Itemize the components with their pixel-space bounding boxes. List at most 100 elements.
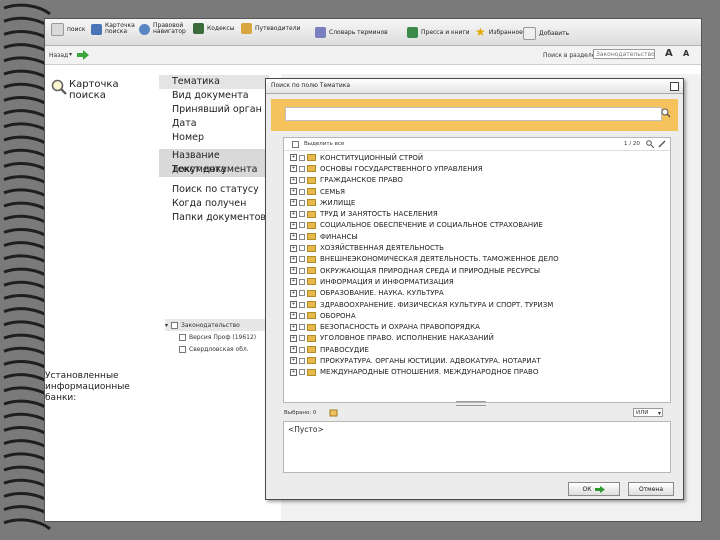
bank-checkbox[interactable] (179, 345, 186, 353)
toolbar-item-search-card[interactable]: Карточка поиска (91, 23, 135, 35)
topic-row[interactable]: + КОНСТИТУЦИОННЫЙ СТРОЙ (284, 152, 670, 163)
expand-icon[interactable]: + (290, 346, 297, 354)
expand-icon[interactable]: + (290, 323, 297, 331)
topic-row[interactable]: + ПРОКУРАТУРА. ОРГАНЫ ЮСТИЦИИ. АДВОКАТУРА… (284, 355, 670, 366)
expand-icon[interactable]: + (290, 176, 297, 184)
row-checkbox[interactable] (299, 177, 305, 184)
topic-row[interactable]: + ЖИЛИЩЕ (284, 197, 670, 208)
row-checkbox[interactable] (299, 346, 305, 353)
expand-icon[interactable]: + (290, 233, 297, 241)
menu-item-issuer[interactable]: Принявший орган (159, 103, 269, 117)
row-checkbox[interactable] (299, 211, 305, 218)
row-checkbox[interactable] (299, 278, 305, 285)
section-select[interactable]: Законодательство (593, 49, 655, 59)
back-button[interactable]: Назад (49, 52, 68, 59)
toolbar-item-guides[interactable]: Путеводители (241, 23, 300, 34)
font-decrease-icon[interactable]: A (683, 49, 689, 58)
menu-item-received[interactable]: Когда получен (159, 197, 269, 211)
menu-item-number[interactable]: Номер (159, 131, 269, 145)
expand-icon[interactable]: + (290, 312, 297, 320)
expand-icon[interactable]: + (290, 199, 297, 207)
font-increase-icon[interactable]: A (665, 48, 673, 59)
row-checkbox[interactable] (299, 165, 305, 172)
topic-row[interactable]: + ОСНОВЫ ГОСУДАРСТВЕННОГО УПРАВЛЕНИЯ (284, 163, 670, 174)
expand-icon[interactable]: + (290, 154, 297, 162)
forward-arrow-icon[interactable] (77, 50, 89, 60)
topic-row[interactable]: + СЕМЬЯ (284, 186, 670, 197)
row-checkbox[interactable] (299, 245, 305, 252)
topic-row[interactable]: + ГРАЖДАНСКОЕ ПРАВО (284, 175, 670, 186)
row-checkbox[interactable] (299, 256, 305, 263)
toolbar-item-favorites[interactable]: ★ Избранное (475, 26, 523, 38)
expand-icon[interactable]: + (290, 357, 297, 365)
bank-checkbox[interactable] (179, 333, 186, 341)
topic-row[interactable]: + ХОЗЯЙСТВЕННАЯ ДЕЯТЕЛЬНОСТЬ (284, 242, 670, 253)
expand-icon[interactable]: + (290, 278, 297, 286)
topic-row[interactable]: + ФИНАНСЫ (284, 231, 670, 242)
expand-icon[interactable]: + (290, 301, 297, 308)
row-checkbox[interactable] (299, 267, 305, 274)
row-checkbox[interactable] (299, 154, 305, 161)
topic-search-input[interactable] (285, 107, 662, 121)
menu-item-status-search[interactable]: Поиск по статусу (159, 183, 269, 197)
row-checkbox[interactable] (299, 335, 305, 342)
toolbar-item-search[interactable]: поиск (51, 23, 85, 36)
topic-row[interactable]: + ТРУД И ЗАНЯТОСТЬ НАСЕЛЕНИЯ (284, 208, 670, 219)
thumb-icon[interactable] (329, 408, 338, 417)
cancel-button[interactable]: Отмена (628, 482, 674, 496)
close-icon[interactable] (670, 82, 679, 91)
row-checkbox[interactable] (299, 222, 305, 229)
toolbar-item-codex[interactable]: Кодексы (193, 23, 234, 34)
toolbar-item-press[interactable]: Пресса и книги (407, 27, 470, 38)
bank-item[interactable]: Свердловская обл. (165, 343, 275, 355)
row-checkbox[interactable] (299, 290, 305, 297)
logic-select[interactable]: ИЛИ (633, 408, 663, 418)
splitter-handle[interactable] (456, 401, 486, 406)
expand-icon[interactable]: + (290, 221, 297, 229)
expand-icon[interactable]: ▾ (165, 322, 168, 329)
row-checkbox[interactable] (299, 188, 305, 195)
expand-icon[interactable]: + (290, 255, 297, 263)
menu-item-doc-type[interactable]: Вид документа (159, 89, 269, 103)
select-all-link[interactable]: Выделить все (304, 141, 344, 147)
row-checkbox[interactable] (299, 369, 305, 376)
menu-item-doc-folders[interactable]: Папки документов (159, 211, 269, 225)
topic-row[interactable]: + ИНФОРМАЦИЯ И ИНФОРМАТИЗАЦИЯ (284, 276, 670, 287)
topic-row[interactable]: + СОЦИАЛЬНОЕ ОБЕСПЕЧЕНИЕ И СОЦИАЛЬНОЕ СТР… (284, 220, 670, 231)
expand-icon[interactable]: + (290, 334, 297, 342)
row-checkbox[interactable] (299, 233, 305, 240)
menu-item-date[interactable]: Дата (159, 117, 269, 131)
topic-row[interactable]: + МЕЖДУНАРОДНЫЕ ОТНОШЕНИЯ. МЕЖДУНАРОДНОЕ … (284, 367, 670, 378)
topic-row[interactable]: + ЗДРАВООХРАНЕНИЕ. ФИЗИЧЕСКАЯ КУЛЬТУРА И … (284, 299, 670, 310)
toolbar-item-dictionary[interactable]: Словарь терминов (315, 27, 388, 38)
expand-icon[interactable]: + (290, 289, 297, 297)
expand-icon[interactable]: + (290, 210, 297, 218)
toolbar-item-navigator[interactable]: Правовой навигатор (139, 23, 186, 35)
find-icon[interactable] (646, 140, 654, 148)
topic-row[interactable]: + ПРАВОСУДИЕ (284, 344, 670, 355)
bank-checkbox[interactable] (171, 321, 179, 329)
select-all-checkbox[interactable] (292, 141, 299, 148)
row-checkbox[interactable] (299, 301, 305, 308)
topic-row[interactable]: + ОКРУЖАЮЩАЯ ПРИРОДНАЯ СРЕДА И ПРИРОДНЫЕ … (284, 265, 670, 276)
topic-row[interactable]: + ОБОРОНА (284, 310, 670, 321)
topic-row[interactable]: + БЕЗОПАСНОСТЬ И ОХРАНА ПРАВОПОРЯДКА (284, 321, 670, 332)
expand-icon[interactable]: + (290, 368, 297, 376)
menu-item-doc-name[interactable]: Название документа (159, 149, 269, 175)
expand-icon[interactable]: + (290, 165, 297, 173)
row-checkbox[interactable] (299, 199, 305, 206)
expand-icon[interactable]: + (290, 267, 297, 275)
menu-item-doc-text[interactable]: Текст документа (159, 163, 269, 177)
topic-row[interactable]: + ВНЕШНЕЭКОНОМИЧЕСКАЯ ДЕЯТЕЛЬНОСТЬ. ТАМОЖ… (284, 254, 670, 265)
row-checkbox[interactable] (299, 324, 305, 331)
ok-button[interactable]: ОК (568, 482, 620, 496)
toolbar-item-add[interactable]: Добавить (523, 27, 569, 40)
bank-item[interactable]: ▾ Законодательство (165, 319, 275, 331)
row-checkbox[interactable] (299, 312, 305, 319)
expand-icon[interactable]: + (290, 244, 297, 252)
search-icon[interactable] (661, 108, 671, 118)
edit-icon[interactable] (658, 140, 666, 148)
bank-item[interactable]: Версия Проф (19612) (165, 331, 275, 343)
expand-icon[interactable]: + (290, 188, 297, 196)
topic-row[interactable]: + УГОЛОВНОЕ ПРАВО. ИСПОЛНЕНИЕ НАКАЗАНИЙ (284, 333, 670, 344)
